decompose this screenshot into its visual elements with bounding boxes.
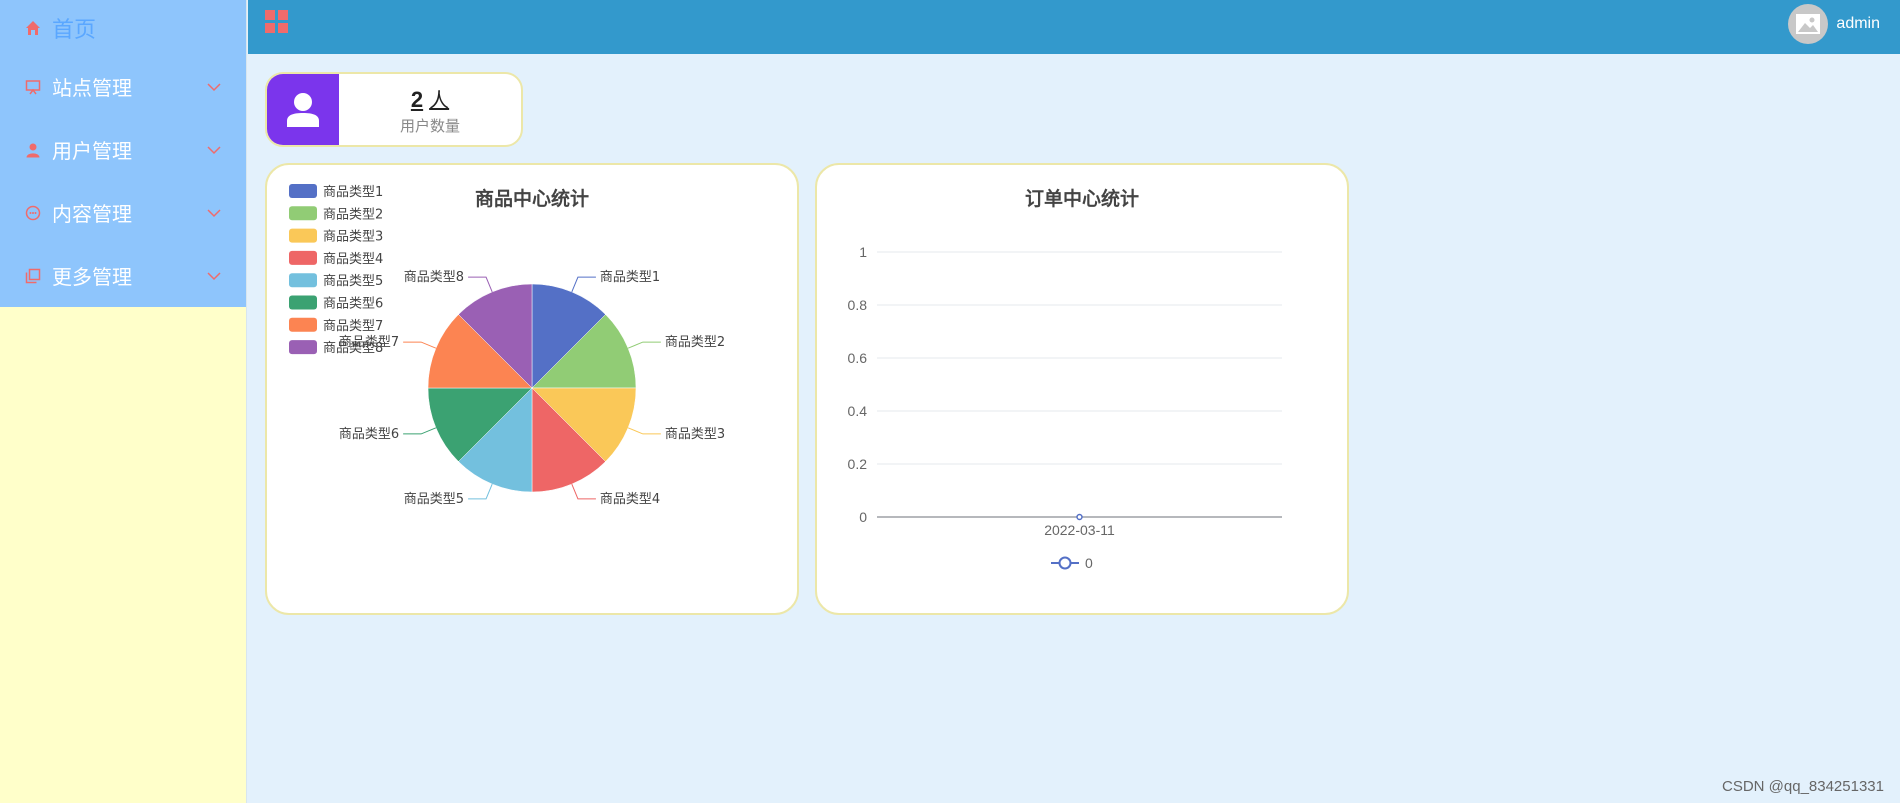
stat-unit: 人	[429, 87, 450, 112]
legend-marker[interactable]	[1058, 556, 1072, 570]
pie-label: 商品类型4	[600, 492, 660, 507]
chevron-down-icon	[207, 82, 221, 91]
copy-icon	[24, 267, 42, 285]
sidebar-item-site[interactable]: 站点管理	[0, 55, 246, 118]
legend-label[interactable]: 商品类型3	[323, 230, 383, 245]
legend-label[interactable]: 0	[1085, 555, 1093, 571]
sidebar-item-label: 更多管理	[52, 265, 132, 289]
sidebar-item-users[interactable]: 用户管理	[0, 118, 246, 181]
sidebar-item-label: 首页	[52, 17, 97, 43]
legend-swatch[interactable]	[289, 317, 317, 332]
sidebar-item-label: 用户管理	[52, 139, 132, 163]
legend-swatch[interactable]	[289, 273, 317, 288]
pie-label-line	[468, 276, 493, 293]
stat-icon-box	[267, 74, 339, 145]
product-chart-card: 商品中心统计 商品类型1 商品类型2 商品类型3 商品类型4 商品类型5 商品类型6 商品类…	[265, 163, 799, 615]
pie-label-line	[627, 341, 661, 349]
order-chart-card: 订单中心统计 0 0.2 0.4 0.6 0.8 1 2022-03-11 0	[815, 163, 1349, 615]
pie-label-line	[571, 276, 596, 293]
stat-body: 2 人 用户数量	[339, 74, 521, 145]
legend-swatch[interactable]	[289, 250, 317, 265]
user-count-card: 2 人 用户数量	[265, 72, 523, 147]
pie-label-line	[403, 341, 437, 349]
y-tick-label: 0.2	[848, 456, 868, 472]
site-icon	[24, 78, 42, 96]
pie-label-line	[627, 427, 661, 435]
sidebar-item-home[interactable]: 首页	[0, 0, 246, 55]
y-tick-label: 0.4	[848, 403, 868, 419]
y-tick-label: 0.6	[848, 350, 868, 366]
legend-swatch[interactable]	[289, 295, 317, 310]
pie-label: 商品类型6	[339, 427, 399, 442]
image-icon	[1796, 14, 1820, 34]
legend-swatch[interactable]	[289, 184, 317, 198]
legend-label[interactable]: 商品类型6	[323, 297, 383, 312]
legend-swatch[interactable]	[289, 340, 317, 355]
chart-title: 商品中心统计	[475, 187, 589, 210]
user-name[interactable]: admin	[1836, 15, 1880, 33]
sidebar-menu: 首页 站点管理 用户管理 内容管理 更多管理	[0, 0, 246, 307]
home-icon	[24, 19, 42, 37]
pie-label: 商品类型1	[600, 270, 660, 285]
grid-menu-icon[interactable]	[264, 9, 290, 35]
y-tick-label: 0	[859, 509, 867, 525]
pie-label-line	[403, 427, 437, 435]
pie-label: 商品类型3	[665, 427, 725, 442]
top-header: admin	[248, 0, 1900, 54]
sidebar-item-content[interactable]: 内容管理	[0, 181, 246, 244]
product-pie-chart: 商品中心统计 商品类型1 商品类型2 商品类型3 商品类型4 商品类型5 商品类型6 商品类…	[289, 184, 725, 507]
sidebar-item-label: 内容管理	[52, 202, 132, 226]
legend-swatch[interactable]	[289, 228, 317, 243]
watermark: CSDN @qq_834251331	[1721, 778, 1884, 795]
pie-label-line	[571, 483, 596, 500]
legend-swatch[interactable]	[289, 206, 317, 221]
legend-label[interactable]: 商品类型1	[323, 185, 383, 200]
stat-label: 用户数量	[399, 116, 460, 135]
stat-value: 2	[410, 86, 424, 112]
chevron-down-icon	[207, 208, 221, 217]
y-tick-label: 0.8	[848, 297, 868, 313]
pie-label: 商品类型2	[665, 335, 725, 350]
pie-label: 商品类型7	[339, 335, 399, 350]
legend-label[interactable]: 商品类型5	[323, 274, 383, 289]
x-tick-label: 2022-03-11	[1044, 522, 1115, 538]
sidebar: 首页 站点管理 用户管理 内容管理 更多管理	[0, 0, 247, 803]
order-line-chart: 订单中心统计 0 0.2 0.4 0.6 0.8 1 2022-03-11 0	[848, 187, 1282, 571]
avatar[interactable]	[1788, 4, 1828, 44]
y-tick-label: 1	[859, 244, 867, 260]
legend-label[interactable]: 商品类型4	[323, 252, 383, 267]
sidebar-item-more[interactable]: 更多管理	[0, 244, 246, 307]
chevron-down-icon	[207, 271, 221, 280]
legend-label[interactable]: 商品类型2	[323, 207, 383, 222]
sidebar-item-label: 站点管理	[52, 76, 132, 100]
legend-label[interactable]: 商品类型7	[323, 319, 383, 334]
pie-label: 商品类型5	[404, 492, 464, 507]
chevron-down-icon	[207, 145, 221, 154]
user-icon	[24, 141, 42, 159]
chart-title: 订单中心统计	[1025, 187, 1139, 210]
user-icon	[287, 92, 319, 127]
pie-label: 商品类型8	[404, 270, 464, 285]
stat-value-row: 2 人	[411, 84, 449, 113]
data-point[interactable]	[1076, 513, 1083, 521]
message-icon	[24, 204, 42, 222]
pie-label-line	[468, 483, 493, 500]
